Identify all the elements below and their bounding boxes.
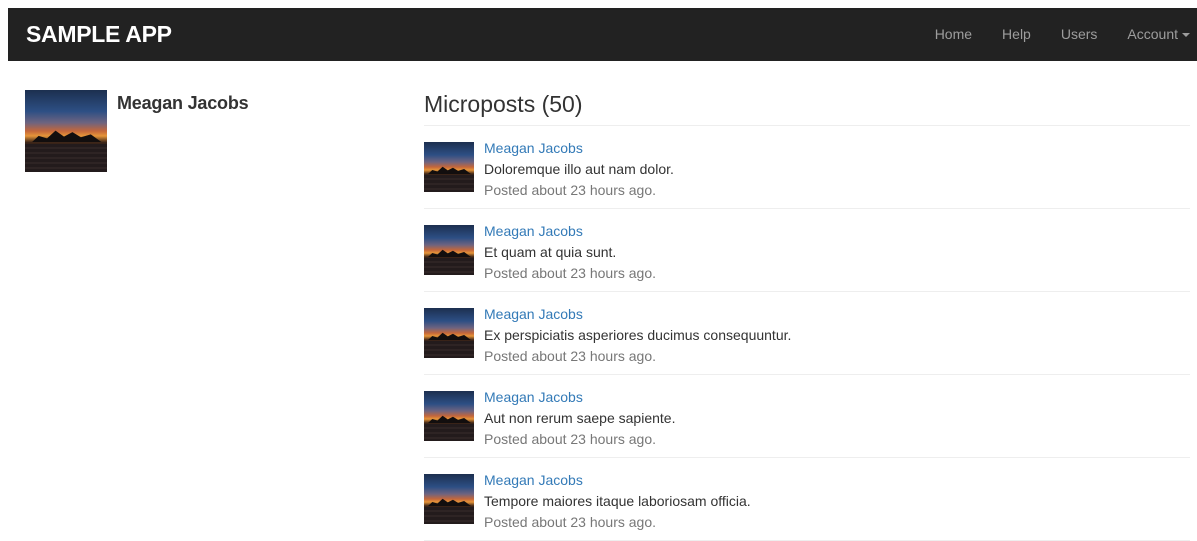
micropost-user-link[interactable]: Meagan Jacobs [484,387,675,408]
micropost-timestamp: Posted about 23 hours ago. [484,514,657,530]
micropost-avatar[interactable] [424,308,474,358]
micropost-avatar[interactable] [424,142,474,192]
micropost-item: Meagan Jacobs Et quam at quia sunt. Posted… [424,209,1190,292]
micropost-timestamp: Posted about 23 hours ago. [484,431,657,447]
navbar: SAMPLE APP Home Help Users Account [8,8,1197,61]
profile-name: Meagan Jacobs [117,93,249,113]
brand-logo[interactable]: SAMPLE APP [26,21,172,48]
micropost-timestamp: Posted about 23 hours ago. [484,182,657,198]
micropost-item: Meagan Jacobs Ex perspiciatis asperiores … [424,292,1190,375]
nav-users-link[interactable]: Users [1046,8,1113,61]
micropost-avatar[interactable] [424,225,474,275]
micropost-avatar[interactable] [424,474,474,524]
micropost-timestamp: Posted about 23 hours ago. [484,348,657,364]
profile-avatar [25,90,107,172]
micropost-item: Meagan Jacobs Doloremque illo aut nam dol… [424,126,1190,209]
micropost-body: Meagan Jacobs Doloremque illo aut nam dol… [484,138,674,201]
micropost-avatar[interactable] [424,391,474,441]
micropost-user-link[interactable]: Meagan Jacobs [484,470,751,491]
micropost-body: Meagan Jacobs Aut non rerum saepe sapient… [484,387,675,450]
micropost-user-link[interactable]: Meagan Jacobs [484,138,674,159]
micropost-content: Aut non rerum saepe sapiente. [484,410,676,426]
microposts-title: Microposts (50) [424,88,1190,126]
micropost-list: Meagan Jacobs Doloremque illo aut nam dol… [424,126,1190,541]
micropost-content: Ex perspiciatis asperiores ducimus conse… [484,327,792,343]
micropost-body: Meagan Jacobs Ex perspiciatis asperiores … [484,304,791,367]
microposts-feed: Microposts (50) Meagan Jacobs Doloremque … [424,88,1190,541]
micropost-user-link[interactable]: Meagan Jacobs [484,304,791,325]
micropost-item: Meagan Jacobs Aut non rerum saepe sapient… [424,375,1190,458]
micropost-content: Et quam at quia sunt. [484,244,617,260]
micropost-content: Tempore maiores itaque laboriosam offici… [484,493,751,509]
micropost-user-link[interactable]: Meagan Jacobs [484,221,656,242]
nav-links: Home Help Users Account [920,8,1197,61]
nav-home-link[interactable]: Home [920,8,987,61]
micropost-body: Meagan Jacobs Et quam at quia sunt. Posted… [484,221,656,284]
nav-account-dropdown[interactable]: Account [1112,8,1197,61]
micropost-item: Meagan Jacobs Tempore maiores itaque labo… [424,458,1190,541]
micropost-content: Doloremque illo aut nam dolor. [484,161,674,177]
caret-down-icon [1182,33,1190,38]
nav-help-link[interactable]: Help [987,8,1046,61]
micropost-body: Meagan Jacobs Tempore maiores itaque labo… [484,470,751,533]
account-label: Account [1127,26,1178,42]
micropost-timestamp: Posted about 23 hours ago. [484,265,657,281]
